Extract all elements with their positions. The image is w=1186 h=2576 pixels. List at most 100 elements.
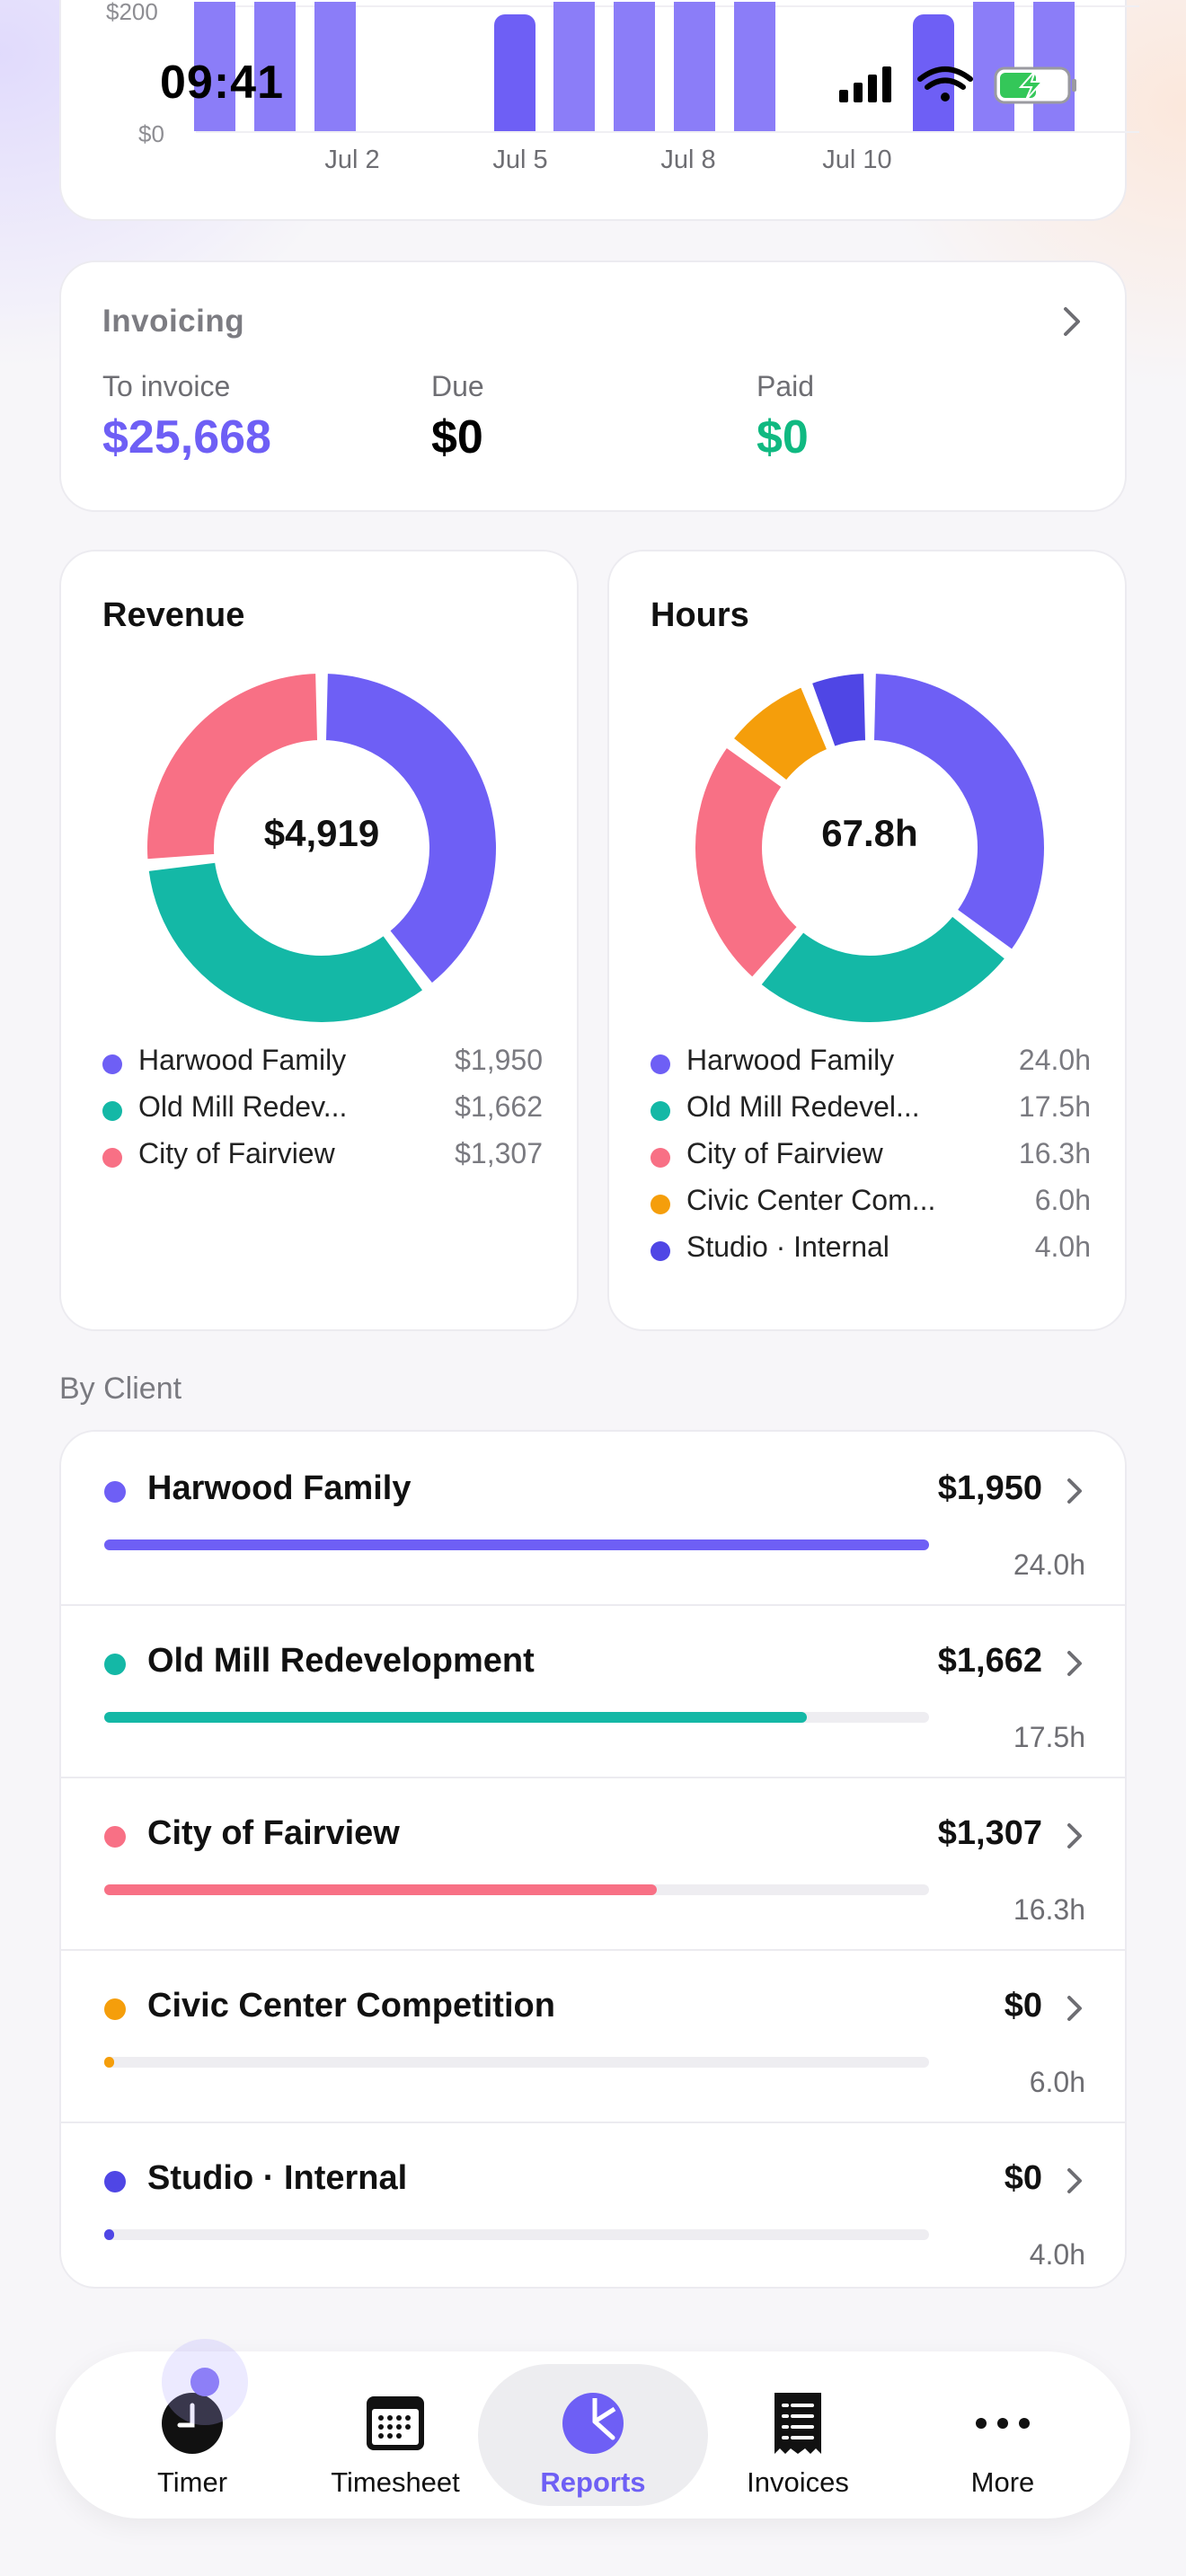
- legend-dot: [651, 1054, 670, 1074]
- client-color-dot: [104, 2171, 126, 2192]
- client-hours: 4.0h: [1029, 2238, 1085, 2271]
- due-value: $0: [431, 411, 483, 463]
- invoicing-card[interactable]: Invoicing To invoice $25,668 Due $0 Paid…: [59, 260, 1127, 512]
- legend-item: Harwood Family $1,950: [102, 1044, 543, 1080]
- row-divider: [61, 1604, 1125, 1606]
- row-divider: [61, 1949, 1125, 1951]
- tab-label: More: [970, 2466, 1035, 2498]
- by-client-label: By Client: [59, 1372, 182, 1406]
- legend-value: $1,307: [455, 1137, 543, 1169]
- chevron-right-icon[interactable]: [1064, 1477, 1085, 1505]
- due-label: Due: [431, 370, 484, 402]
- to-invoice-label: To invoice: [102, 370, 231, 402]
- chart-bar[interactable]: [674, 2, 715, 131]
- gridline-baseline: [196, 131, 1139, 133]
- chevron-right-icon[interactable]: [1064, 1649, 1085, 1678]
- paid-value: $0: [757, 411, 809, 463]
- legend-name: City of Fairview: [138, 1137, 335, 1169]
- legend-item: Old Mill Redevel... 17.5h: [651, 1090, 1091, 1126]
- chevron-right-icon[interactable]: [1058, 305, 1085, 338]
- tab-timesheet[interactable]: Timesheet: [280, 2364, 510, 2506]
- x-label: Jul 2: [324, 146, 380, 174]
- chart-bar[interactable]: [734, 2, 775, 131]
- client-row[interactable]: Studio · Internal $0 4.0h: [61, 2122, 1125, 2287]
- to-invoice-value: $25,668: [102, 411, 271, 463]
- client-hours: 17.5h: [1013, 1721, 1085, 1753]
- chart-bar[interactable]: [614, 2, 655, 131]
- legend-value: 17.5h: [1018, 1090, 1091, 1123]
- tab-label: Invoices: [747, 2466, 849, 2498]
- chevron-right-icon[interactable]: [1064, 1994, 1085, 2023]
- invoicing-title: Invoicing: [102, 304, 245, 339]
- legend-value: $1,662: [455, 1090, 543, 1123]
- y-tick-0: $0: [138, 120, 164, 147]
- legend-name: Studio · Internal: [686, 1231, 890, 1263]
- client-row[interactable]: City of Fairview $1,307 16.3h: [61, 1777, 1125, 1949]
- tab-more[interactable]: More: [888, 2364, 1118, 2506]
- x-label: Jul 10: [822, 146, 892, 174]
- legend-item: City of Fairview $1,307: [102, 1137, 543, 1173]
- legend-dot: [651, 1195, 670, 1214]
- tab-label: Reports: [540, 2466, 646, 2498]
- client-progress-fill: [104, 2057, 114, 2068]
- client-hours: 6.0h: [1029, 2066, 1085, 2098]
- hours-card[interactable]: Hours 67.8h Harwood Family 24.0h Old Mill …: [607, 550, 1127, 1331]
- legend-value: 4.0h: [1034, 1231, 1091, 1263]
- chart-bar[interactable]: [314, 2, 356, 131]
- legend-item: Civic Center Com... 6.0h: [651, 1184, 1091, 1220]
- chart-bar[interactable]: [494, 14, 535, 131]
- client-progress-track: [104, 1712, 929, 1723]
- client-progress-track: [104, 1539, 929, 1550]
- legend-name: Harwood Family: [686, 1044, 895, 1076]
- tab-label: Timer: [156, 2466, 228, 2498]
- pie-chart-icon: [562, 2393, 624, 2454]
- status-icons: [836, 63, 1078, 108]
- client-row[interactable]: Old Mill Redevelopment $1,662 17.5h: [61, 1604, 1125, 1777]
- tab-invoices[interactable]: Invoices: [683, 2364, 913, 2506]
- chevron-right-icon[interactable]: [1064, 1822, 1085, 1850]
- legend-value: $1,950: [455, 1044, 543, 1076]
- client-color-dot: [104, 1826, 126, 1848]
- client-amount: $0: [1004, 2159, 1042, 2197]
- legend-value: 24.0h: [1018, 1044, 1091, 1076]
- client-name: Studio · Internal: [147, 2159, 408, 2197]
- client-row[interactable]: Harwood Family $1,950 24.0h: [61, 1432, 1125, 1604]
- donut-slice[interactable]: [145, 859, 427, 1026]
- client-name: City of Fairview: [147, 1814, 400, 1852]
- client-progress-track: [104, 2057, 929, 2068]
- tab-reports[interactable]: Reports: [478, 2364, 708, 2506]
- status-time: 09:41: [160, 57, 284, 109]
- chevron-right-icon[interactable]: [1064, 2166, 1085, 2195]
- client-amount: $1,662: [937, 1642, 1042, 1680]
- client-amount: $1,307: [937, 1814, 1042, 1852]
- wifi-icon: [917, 66, 973, 101]
- client-row[interactable]: Civic Center Competition $0 6.0h: [61, 1949, 1125, 2122]
- battery-charging-icon: [994, 66, 1076, 104]
- client-progress-fill: [104, 2229, 114, 2240]
- ellipsis-icon: [976, 2418, 1030, 2429]
- legend-value: 16.3h: [1018, 1137, 1091, 1169]
- revenue-title: Revenue: [102, 596, 245, 634]
- legend-item: City of Fairview 16.3h: [651, 1137, 1091, 1173]
- legend-dot: [102, 1054, 122, 1074]
- legend-name: City of Fairview: [686, 1137, 883, 1169]
- legend-dot: [651, 1148, 670, 1168]
- client-progress-track: [104, 1884, 929, 1895]
- chart-bar[interactable]: [553, 2, 595, 131]
- client-color-dot: [104, 1654, 126, 1675]
- revenue-card[interactable]: Revenue $4,919 Harwood Family $1,950 Old M…: [59, 550, 579, 1331]
- row-divider: [61, 2122, 1125, 2123]
- tab-label: Timesheet: [331, 2466, 460, 2498]
- client-amount: $1,950: [937, 1469, 1042, 1507]
- legend-name: Civic Center Com...: [686, 1184, 936, 1216]
- legend-dot: [102, 1148, 122, 1168]
- hours-total: 67.8h: [821, 812, 918, 854]
- calendar-icon: [367, 2396, 424, 2450]
- x-label: Jul 5: [492, 146, 548, 174]
- client-progress-fill: [104, 1539, 929, 1550]
- legend-item: Studio · Internal 4.0h: [651, 1231, 1091, 1266]
- client-progress-fill: [104, 1884, 657, 1895]
- paid-label: Paid: [757, 370, 815, 402]
- legend-name: Harwood Family: [138, 1044, 347, 1076]
- x-label: Jul 8: [660, 146, 716, 174]
